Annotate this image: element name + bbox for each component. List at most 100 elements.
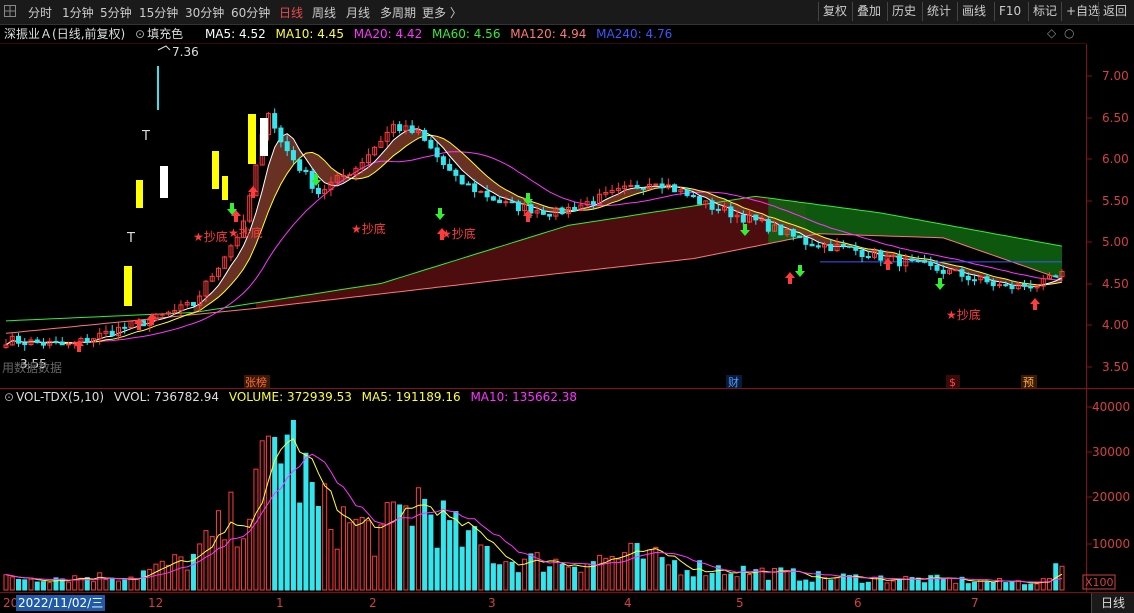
bottom-signal-label: ★抄底 [441, 226, 476, 241]
volume-tick: 40000 [1092, 400, 1130, 414]
volume-bar [665, 564, 671, 591]
volume-bar [678, 574, 684, 591]
candle-body [572, 206, 578, 211]
volume-bar [353, 518, 359, 591]
candle-body [490, 196, 496, 201]
volume-bar [559, 563, 565, 591]
highlight-bar [212, 151, 219, 189]
price-tick: 6.00 [1102, 152, 1129, 166]
candle-body [828, 243, 834, 252]
volume-bar [109, 578, 115, 591]
candle-body [765, 219, 771, 232]
candle-body [859, 249, 865, 258]
period-daily-tab[interactable]: 日线 [1091, 593, 1134, 613]
volume-bar [647, 549, 653, 591]
buy-arrow-icon [785, 272, 795, 284]
candle-body [465, 183, 471, 186]
candle-body [940, 269, 946, 274]
volume-bar [97, 572, 103, 591]
volume-bar [28, 578, 34, 591]
volume-bar [434, 547, 440, 591]
volume-bar [865, 581, 871, 591]
volume-bar [1003, 582, 1009, 591]
candle-body [697, 196, 703, 205]
candle-body [459, 174, 465, 185]
volume-bar [1040, 578, 1046, 591]
volume-bar [328, 529, 334, 591]
volume-tick: 20000 [1092, 490, 1130, 504]
candle-body [1028, 285, 1034, 289]
volume-bar [990, 581, 996, 591]
month-tick: 7 [971, 596, 979, 610]
highlight-bar [222, 176, 228, 200]
event-marker-dividend[interactable]: $ [949, 376, 956, 389]
price-tick: 7.00 [1102, 69, 1129, 83]
candle-body [1009, 284, 1015, 290]
volume-bar [640, 558, 646, 591]
volume-bar [253, 468, 259, 591]
volume-bar [515, 572, 521, 591]
volume-bar [1009, 581, 1015, 591]
volume-bar [215, 510, 221, 591]
candle-body [672, 184, 678, 193]
volume-bar [234, 546, 240, 591]
candle-body [759, 219, 765, 222]
volume-settings-icon[interactable]: ⊙ [4, 390, 14, 404]
volume-bar [1015, 580, 1021, 591]
candle-body [740, 214, 746, 223]
candle-body [397, 124, 403, 132]
volume-bar [703, 575, 709, 591]
vvol-value: VVOL: 736782.94 [113, 390, 220, 404]
kline-chart[interactable]: 7.00 6.50 6.00 5.50 5.00 4.50 4.00 3.50 … [0, 0, 1134, 592]
event-marker-forecast[interactable]: 预 [1023, 376, 1034, 389]
volume-bar [147, 568, 153, 591]
volume-bar [572, 566, 578, 591]
volume-bar [34, 581, 40, 591]
volume-bar [784, 570, 790, 591]
volume-bar [278, 463, 284, 591]
volume-bar [972, 581, 978, 591]
candle-body [797, 235, 803, 239]
volume-bar [409, 525, 415, 591]
volume-bar [584, 563, 590, 591]
highlight-bar [160, 166, 168, 198]
vol-ma5-value: MA5: 191189.16 [361, 390, 461, 404]
volume-bar [609, 555, 615, 591]
volume-bar [884, 582, 890, 591]
bottom-signal-label: ★抄底 [193, 229, 228, 244]
volume-bar [484, 546, 490, 591]
candle-body [315, 187, 321, 195]
candle-body [1022, 283, 1028, 287]
candle-body [990, 281, 996, 287]
volume-bar [547, 566, 553, 591]
volume-bar [690, 576, 696, 591]
volume-bar [15, 578, 21, 591]
volume-bar [297, 502, 303, 591]
volume-bar [347, 522, 353, 591]
event-marker-finance[interactable]: 财 [728, 375, 739, 389]
candle-body [997, 284, 1003, 287]
price-tick: 5.50 [1102, 194, 1129, 208]
event-marker-bang[interactable]: 张榜 [245, 375, 267, 389]
candle-body [547, 213, 553, 217]
candle-body [684, 189, 690, 196]
volume-bar [90, 581, 96, 591]
volume-bar [309, 482, 315, 591]
volume-bar [459, 546, 465, 591]
candle-body [878, 250, 884, 261]
volume-bar [122, 579, 128, 591]
highlight-bar [124, 266, 132, 306]
volume-bar [965, 583, 971, 591]
candle-body [890, 255, 896, 258]
candle-body [15, 335, 21, 344]
volume-tick: 10000 [1092, 537, 1130, 551]
candle-body [972, 279, 978, 282]
volume-indicator-title[interactable]: VOL-TDX(5,10) [16, 390, 104, 404]
buy-arrow-icon [1030, 298, 1040, 310]
volume-bar [622, 552, 628, 591]
volume-bar [659, 557, 665, 591]
candle-body [53, 340, 59, 343]
volume-bar [334, 548, 340, 591]
candle-body [559, 207, 565, 215]
candle-body [40, 342, 46, 346]
